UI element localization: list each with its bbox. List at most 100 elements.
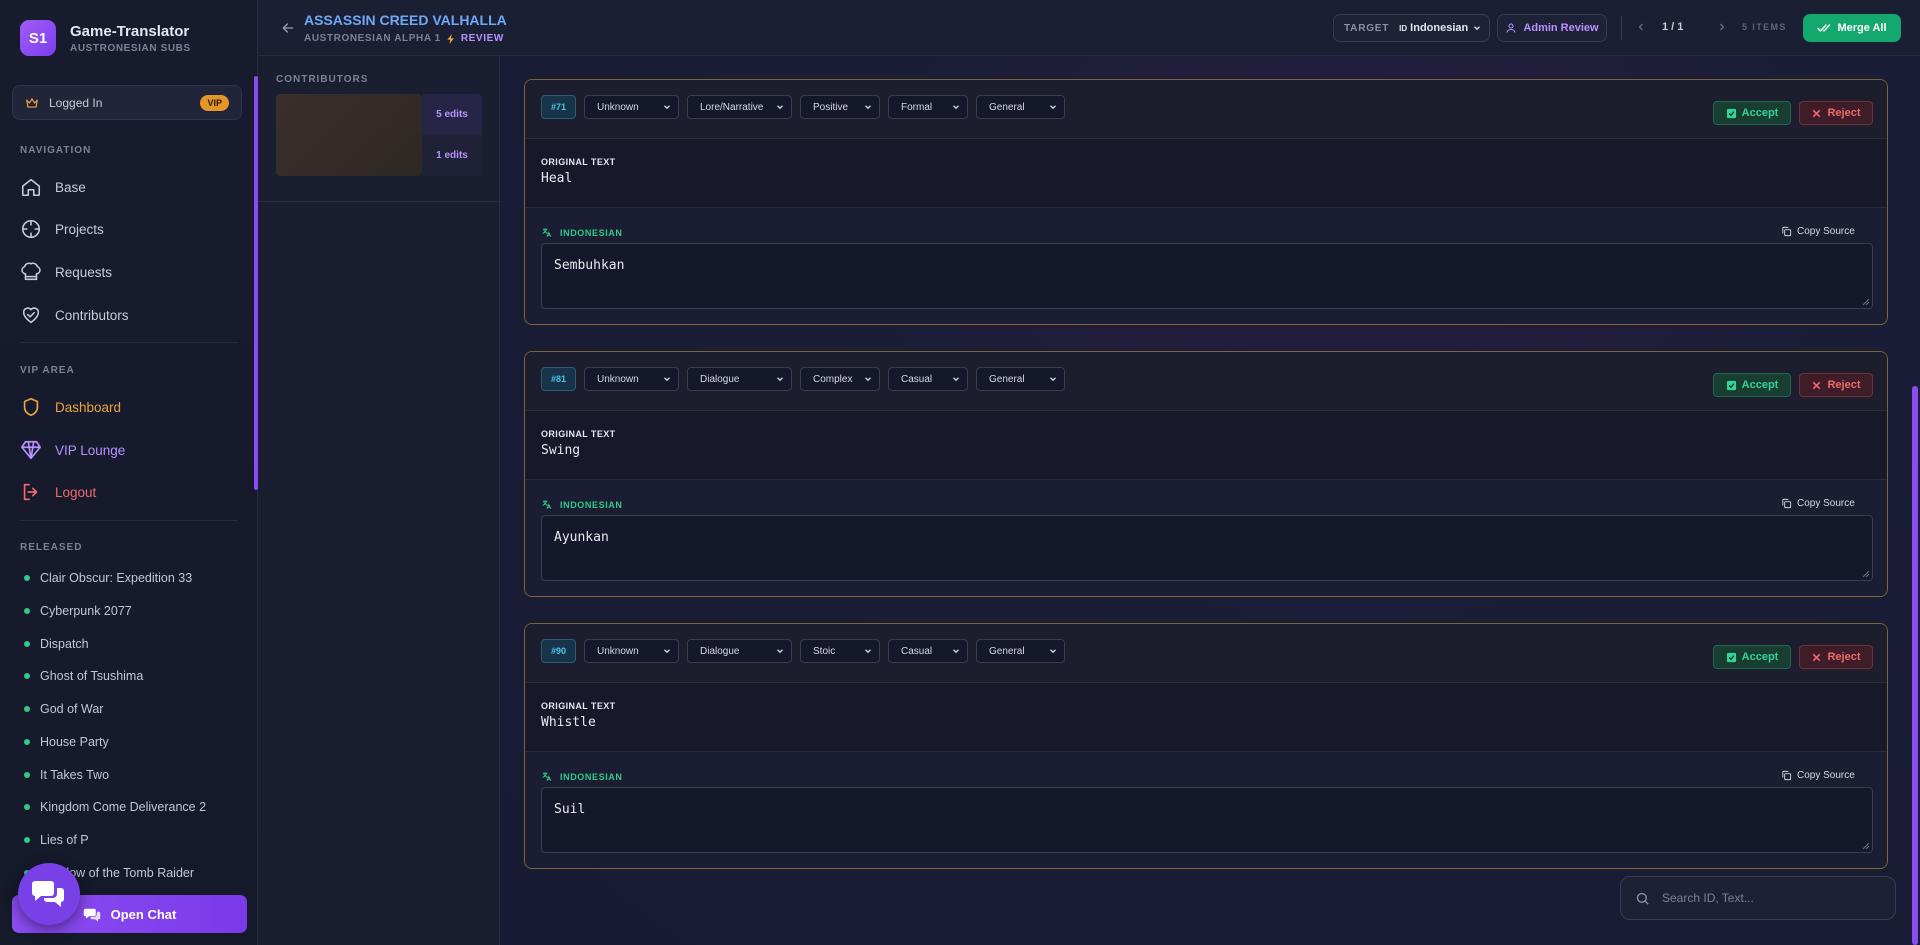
speaker-select[interactable]: Unknown xyxy=(584,95,679,119)
tone-select[interactable]: Stoic xyxy=(800,639,880,663)
translation-block: INDONESIAN Copy Source Sembuhkan xyxy=(525,208,1887,324)
language-icon xyxy=(541,771,560,782)
original-text: Whistle xyxy=(541,715,596,730)
copy-source-button[interactable]: Copy Source xyxy=(1781,770,1855,781)
scope-select[interactable]: General xyxy=(976,639,1065,663)
chevron-down-icon xyxy=(1048,102,1058,112)
resize-grip-icon[interactable] xyxy=(1862,298,1870,306)
chevron-down-icon xyxy=(775,374,785,384)
translation-textarea[interactable]: Ayunkan xyxy=(541,515,1873,581)
reject-button[interactable]: Reject xyxy=(1799,373,1873,397)
tone-select[interactable]: Positive xyxy=(800,95,880,119)
nav-item-vip-lounge[interactable]: VIP Lounge xyxy=(20,439,125,461)
register-select[interactable]: Casual xyxy=(888,367,968,391)
open-chat-label: Open Chat xyxy=(110,906,177,922)
translation-text: Sembuhkan xyxy=(554,258,625,273)
admin-review-button[interactable]: Admin Review xyxy=(1497,14,1607,42)
card-toolbar: #71 Unknown Lore/Narrative Positive Form… xyxy=(525,80,1887,139)
x-icon xyxy=(1811,108,1827,119)
copy-source-label: Copy Source xyxy=(1797,226,1855,237)
status-dot xyxy=(24,837,30,843)
merge-all-label: Merge All xyxy=(1837,22,1887,34)
released-item[interactable]: Kingdom Come Deliverance 2 xyxy=(24,800,206,814)
copy-source-button[interactable]: Copy Source xyxy=(1781,498,1855,509)
chef-hat-icon xyxy=(20,261,55,283)
released-item[interactable]: Ghost of Tsushima xyxy=(24,669,143,683)
reject-button[interactable]: Reject xyxy=(1799,101,1873,125)
released-item[interactable]: Clair Obscur: Expedition 33 xyxy=(24,571,192,585)
language-icon xyxy=(541,227,560,238)
resize-grip-icon[interactable] xyxy=(1862,570,1870,578)
copy-icon xyxy=(1781,770,1797,781)
contributors-list: 5 edits 1 edits xyxy=(276,94,482,176)
login-status[interactable]: Logged In VIP xyxy=(12,85,242,120)
accept-button[interactable]: Accept xyxy=(1713,101,1791,125)
language-icon xyxy=(541,499,560,510)
search-box[interactable] xyxy=(1620,876,1896,920)
released-item[interactable]: House Party xyxy=(24,735,109,749)
original-text: Swing xyxy=(541,443,581,458)
chevron-down-icon xyxy=(1048,646,1058,656)
accept-button[interactable]: Accept xyxy=(1713,645,1791,669)
chevron-left-icon[interactable] xyxy=(1635,21,1647,33)
nav-item-logout[interactable]: Logout xyxy=(20,481,96,503)
merge-all-button[interactable]: Merge All xyxy=(1803,14,1901,42)
tone-select[interactable]: Complex xyxy=(800,367,880,391)
translation-textarea[interactable]: Suil xyxy=(541,787,1873,853)
tone-value: Positive xyxy=(813,101,849,113)
status-dot xyxy=(24,575,30,581)
released-item-label: Ghost of Tsushima xyxy=(40,669,144,683)
brand[interactable]: S1 Game-Translator AUSTRONESIAN SUBS xyxy=(20,20,191,56)
nav-item-projects[interactable]: Projects xyxy=(20,218,104,240)
project-meta: AUSTRONESIAN ALPHA 1 REVIEW xyxy=(304,33,504,44)
speaker-select[interactable]: Unknown xyxy=(584,367,679,391)
contributor-edits[interactable]: 5 edits xyxy=(422,94,482,135)
main-scrollbar[interactable] xyxy=(1912,386,1918,945)
translation-textarea[interactable]: Sembuhkan xyxy=(541,243,1873,309)
chevron-right-icon[interactable] xyxy=(1716,21,1728,33)
register-select[interactable]: Formal xyxy=(888,95,968,119)
scope-value: General xyxy=(989,101,1025,113)
home-icon xyxy=(20,176,55,198)
released-item[interactable]: Cyberpunk 2077 xyxy=(24,604,132,618)
copy-source-button[interactable]: Copy Source xyxy=(1781,226,1855,237)
released-item[interactable]: It Takes Two xyxy=(24,768,109,782)
chevron-down-icon xyxy=(863,102,873,112)
resize-grip-icon[interactable] xyxy=(1862,842,1870,850)
nav-item-base[interactable]: Base xyxy=(20,176,86,198)
register-select[interactable]: Casual xyxy=(888,639,968,663)
category-select[interactable]: Dialogue xyxy=(687,367,792,391)
card-toolbar: #90 Unknown Dialogue Stoic Casual Genera… xyxy=(525,624,1887,683)
user-icon xyxy=(1505,22,1523,34)
released-item[interactable]: God of War xyxy=(24,702,103,716)
released-item[interactable]: Lies of P xyxy=(24,833,89,847)
nav-item-contributors[interactable]: Contributors xyxy=(20,304,129,326)
search-input[interactable] xyxy=(1662,891,1862,905)
register-value: Casual xyxy=(901,645,933,657)
original-text-block: ORIGINAL TEXT Whistle xyxy=(525,683,1887,752)
chat-fab-button[interactable] xyxy=(18,863,80,925)
check-square-icon xyxy=(1726,652,1742,663)
speaker-select[interactable]: Unknown xyxy=(584,639,679,663)
released-item[interactable]: Dispatch xyxy=(24,637,89,651)
chat-bubbles-icon xyxy=(31,878,67,910)
target-language-select[interactable]: TARGET ID Indonesian xyxy=(1333,14,1490,42)
category-select[interactable]: Lore/Narrative xyxy=(687,95,792,119)
contributor-edits[interactable]: 1 edits xyxy=(422,135,482,176)
chevron-down-icon xyxy=(951,646,961,656)
nav-item-requests[interactable]: Requests xyxy=(20,261,112,283)
speaker-value: Unknown xyxy=(597,645,639,657)
released-item-label: Kingdom Come Deliverance 2 xyxy=(40,800,207,814)
reject-button[interactable]: Reject xyxy=(1799,645,1873,669)
category-select[interactable]: Dialogue xyxy=(687,639,792,663)
status-dot xyxy=(24,608,30,614)
entry-id-badge: #81 xyxy=(541,367,576,391)
scope-select[interactable]: General xyxy=(976,367,1065,391)
back-arrow-icon[interactable] xyxy=(280,20,296,36)
accept-button[interactable]: Accept xyxy=(1713,373,1791,397)
nav-item-label: Logout xyxy=(55,484,97,500)
nav-item-dashboard[interactable]: Dashboard xyxy=(20,396,121,418)
accept-label: Accept xyxy=(1741,379,1779,391)
items-count: 5 ITEMS xyxy=(1742,22,1787,32)
scope-select[interactable]: General xyxy=(976,95,1065,119)
